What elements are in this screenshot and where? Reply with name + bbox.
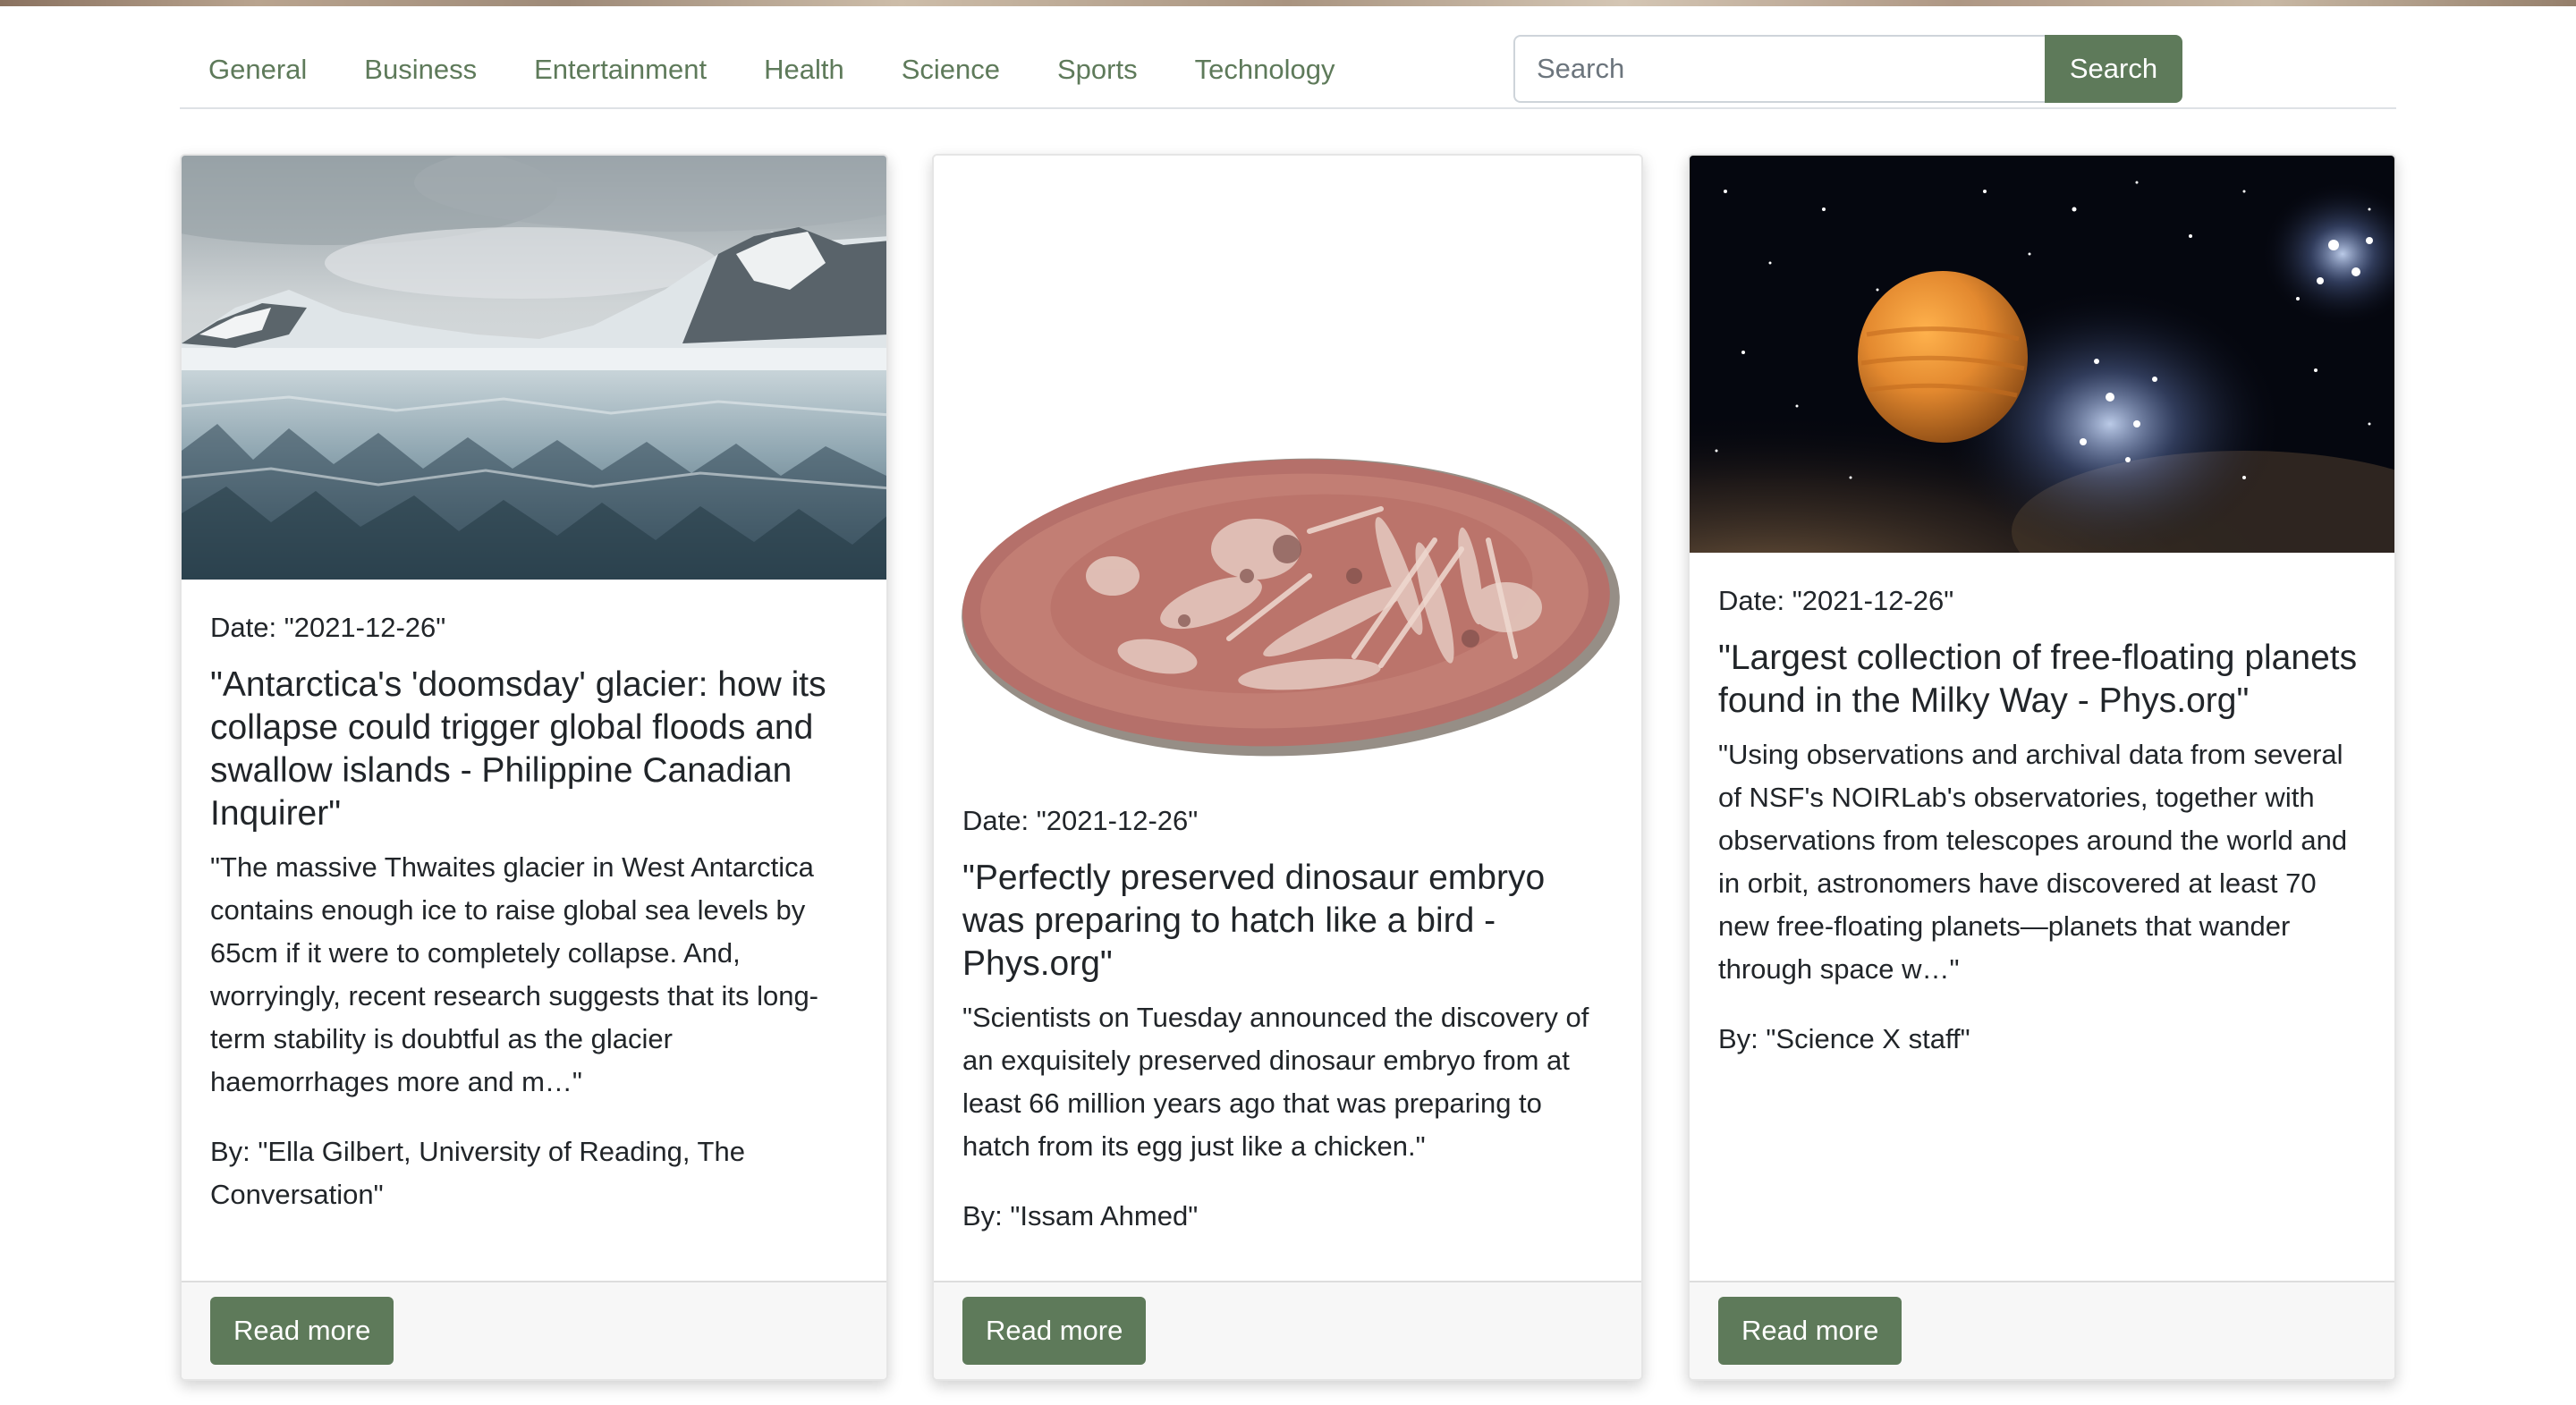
article-title: "Largest collection of free-floating pla…: [1718, 639, 2358, 720]
article-description: "The massive Thwaites glacier in West An…: [210, 851, 819, 1097]
search-form: Search: [1513, 35, 2182, 103]
card-body: Date: "2021-12-26" "Largest collection o…: [1718, 581, 2366, 1061]
article-title: "Antarctica's 'doomsday' glacier: how it…: [210, 665, 826, 833]
article-date: Date: "2021-12-26": [1718, 585, 1954, 616]
article-author: By: "Issam Ahmed": [962, 1200, 1199, 1231]
category-navbar: General Business Entertainment Health Sc…: [180, 32, 2396, 109]
read-more-button[interactable]: Read more: [1718, 1297, 1902, 1365]
planet-starfield-image: [1690, 156, 2394, 553]
nav-link-science[interactable]: Science: [873, 32, 1029, 107]
search-input[interactable]: [1513, 35, 2045, 103]
read-more-button[interactable]: Read more: [210, 1297, 394, 1365]
dinosaur-embryo-image: [934, 156, 1641, 773]
header-banner-strip: [0, 0, 2576, 6]
search-button[interactable]: Search: [2045, 35, 2182, 103]
category-links: General Business Entertainment Health Sc…: [180, 32, 1363, 107]
card-footer: Read more: [934, 1281, 1641, 1379]
card-body: Date: "2021-12-26" "Perfectly preserved …: [962, 801, 1613, 1238]
article-description: "Using observations and archival data fr…: [1718, 739, 2348, 985]
article-date: Date: "2021-12-26": [210, 612, 446, 643]
article-description: "Scientists on Tuesday announced the dis…: [962, 1002, 1589, 1162]
card-body: Date: "2021-12-26" "Antarctica's 'doomsd…: [210, 608, 858, 1216]
article-title: "Perfectly preserved dinosaur embryo was…: [962, 859, 1546, 983]
article-author: By: "Ella Gilbert, University of Reading…: [210, 1136, 745, 1210]
nav-link-business[interactable]: Business: [335, 32, 505, 107]
article-card: Date: "2021-12-26" "Perfectly preserved …: [932, 154, 1643, 1381]
nav-link-sports[interactable]: Sports: [1029, 32, 1166, 107]
nav-link-health[interactable]: Health: [735, 32, 873, 107]
read-more-button[interactable]: Read more: [962, 1297, 1147, 1365]
nav-link-entertainment[interactable]: Entertainment: [505, 32, 735, 107]
nav-link-technology[interactable]: Technology: [1166, 32, 1364, 107]
article-date: Date: "2021-12-26": [962, 805, 1199, 836]
nav-link-general[interactable]: General: [180, 32, 335, 107]
article-card: Date: "2021-12-26" "Largest collection o…: [1688, 154, 2396, 1381]
article-card: Date: "2021-12-26" "Antarctica's 'doomsd…: [180, 154, 888, 1381]
glacier-image: [182, 156, 886, 580]
card-footer: Read more: [1690, 1281, 2394, 1379]
card-footer: Read more: [182, 1281, 886, 1379]
article-author: By: "Science X staff": [1718, 1023, 1970, 1054]
